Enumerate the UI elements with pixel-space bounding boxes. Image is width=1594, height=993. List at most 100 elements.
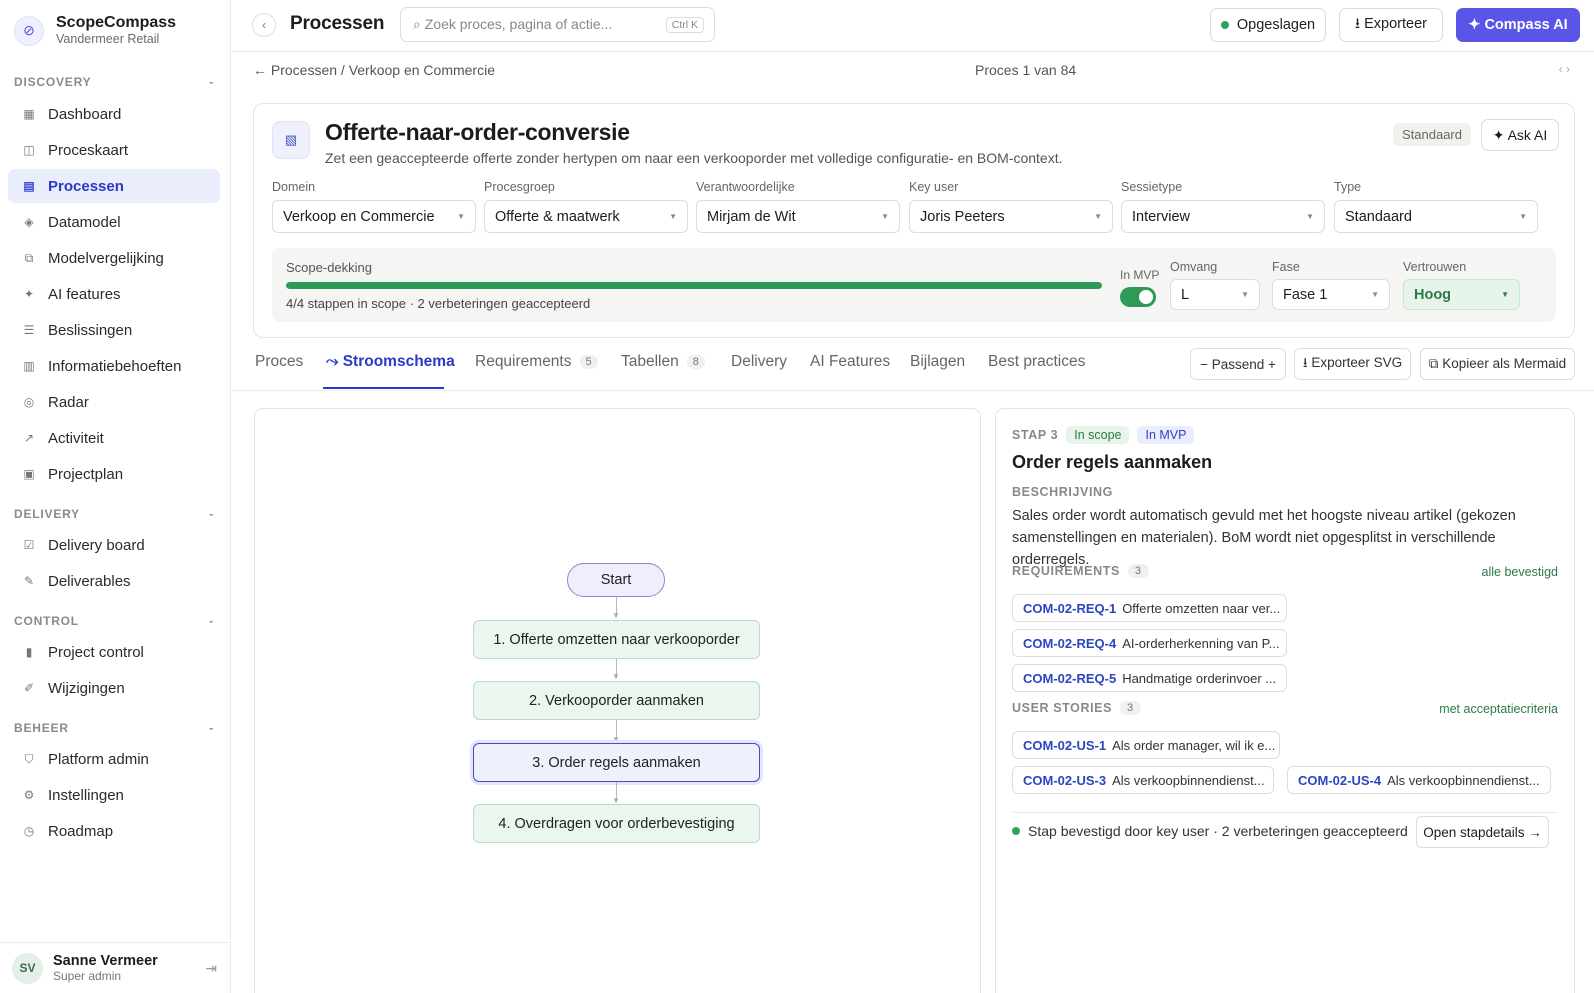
user-story-chip[interactable]: COM-02-US-1 Als order manager, wil ik e..… (1012, 731, 1280, 759)
section-control[interactable]: CONTROL - (14, 614, 214, 628)
collapse-sidebar-button[interactable]: ‹ (252, 13, 276, 37)
sidebar-item-label: Instellingen (48, 786, 124, 804)
export-button[interactable]: ⭳ Exporteer (1339, 8, 1443, 42)
zoom-fit-button[interactable]: − Passend + (1190, 348, 1286, 380)
section-discovery[interactable]: DISCOVERY - (14, 75, 214, 89)
sidebar-item-beslissingen[interactable]: ☰ Beslissingen (8, 313, 220, 347)
sidebar: ⊘ ScopeCompass Vandermeer Retail DISCOVE… (0, 0, 231, 993)
compass-ai-button[interactable]: ✦ Compass AI (1456, 8, 1580, 42)
sidebar-item-project-control[interactable]: ▮ Project control (8, 635, 220, 669)
tab-proces[interactable]: Proces (255, 353, 303, 371)
divider (1012, 812, 1558, 813)
sidebar-item-label: Activiteit (48, 429, 104, 447)
sidebar-item-modelvergelijking[interactable]: ⧉ Modelvergelijking (8, 241, 220, 275)
search-input[interactable]: ⌕ Zoek proces, pagina of actie... Ctrl K (400, 7, 715, 42)
shortcut-hint: Ctrl K (665, 16, 704, 33)
tab-tabellen[interactable]: Tabellen 8 (621, 353, 705, 371)
flow-node-step-4[interactable]: 4. Overdragen voor orderbevestiging (473, 804, 760, 843)
chevron-down-icon: ▼ (1371, 290, 1379, 299)
verantwoordelijke-select[interactable]: Mirjam de Wit ▼ (696, 200, 900, 233)
collapse-icon[interactable]: - (209, 75, 214, 89)
logout-icon[interactable]: ⇥ (205, 960, 217, 977)
sidebar-item-informatiebehoeften[interactable]: ▥ Informatiebehoeften (8, 349, 220, 383)
ask-ai-button[interactable]: ✦ Ask AI (1481, 119, 1559, 151)
sidebar-item-delivery-board[interactable]: ☑ Delivery board (8, 528, 220, 562)
user-story-id: COM-02-US-4 (1298, 772, 1382, 788)
vertrouwen-select[interactable]: Hoog ▼ (1403, 279, 1520, 310)
collapse-icon[interactable]: - (209, 614, 214, 628)
tab-stroomschema[interactable]: ⤳ Stroomschema (326, 353, 455, 371)
collapse-icon[interactable]: - (209, 507, 214, 521)
sidebar-item-processen[interactable]: ▤ Processen (8, 169, 220, 203)
omvang-select[interactable]: L ▼ (1170, 279, 1260, 310)
fase-select[interactable]: Fase 1 ▼ (1272, 279, 1390, 310)
requirement-chip[interactable]: COM-02-REQ-4 AI-orderherkenning van P... (1012, 629, 1287, 657)
flow-node-start[interactable]: Start (567, 563, 665, 597)
sidebar-item-ai-features[interactable]: ✦ AI features (8, 277, 220, 311)
active-tab-indicator (323, 387, 444, 389)
tab-best-practices[interactable]: Best practices (988, 353, 1085, 371)
sidebar-item-projectplan[interactable]: ▣ Projectplan (8, 457, 220, 491)
sessietype-select[interactable]: Interview ▼ (1121, 200, 1325, 233)
sidebar-item-proceskaart[interactable]: ◫ Proceskaart (8, 133, 220, 167)
sidebar-item-deliverables[interactable]: ✎ Deliverables (8, 564, 220, 598)
scope-label: Scope-dekking (286, 260, 372, 275)
user-story-chip[interactable]: COM-02-US-4 Als verkoopbinnendienst... (1287, 766, 1551, 794)
user-role: Super admin (53, 969, 122, 983)
flow-node-step-3[interactable]: 3. Order regels aanmaken (473, 743, 760, 782)
open-step-details-button[interactable]: Open stapdetails → (1416, 816, 1549, 848)
saved-status-button[interactable]: Opgeslagen (1210, 8, 1326, 42)
key-user-select[interactable]: Joris Peeters ▼ (909, 200, 1113, 233)
sidebar-item-roadmap[interactable]: ◷ Roadmap (8, 814, 220, 848)
user-story-text: Als order manager, wil ik e... (1112, 737, 1276, 753)
type-select[interactable]: Standaard ▼ (1334, 200, 1538, 233)
menu-icon: ☰ (23, 323, 35, 337)
tab-bijlagen[interactable]: Bijlagen (910, 353, 965, 371)
procesgroep-select[interactable]: Offerte & maatwerk ▼ (484, 200, 688, 233)
copy-mermaid-button[interactable]: ⧉ Kopieer als Mermaid (1420, 348, 1575, 380)
section-delivery[interactable]: DELIVERY - (14, 507, 214, 521)
page-title: Processen (290, 13, 385, 34)
tab-delivery[interactable]: Delivery (731, 353, 787, 371)
tab-label: Tabellen (621, 353, 679, 370)
section-beheer[interactable]: BEHEER - (14, 721, 214, 735)
scope-summary: 4/4 stappen in scope · 2 verbeteringen g… (286, 296, 591, 311)
requirements-heading: REQUIREMENTS 3 (1012, 564, 1149, 578)
count-badge: 3 (1120, 701, 1141, 715)
breadcrumb[interactable]: ← Processen / Verkoop en Commercie (253, 62, 495, 78)
user-story-chip[interactable]: COM-02-US-3 Als verkoopbinnendienst... (1012, 766, 1274, 794)
sidebar-item-datamodel[interactable]: ◈ Datamodel (8, 205, 220, 239)
field-label: Type (1334, 180, 1362, 194)
requirement-chip[interactable]: COM-02-REQ-1 Offerte omzetten naar ver... (1012, 594, 1287, 622)
sessietype-field: Sessietype Interview ▼ (1121, 180, 1325, 233)
sidebar-item-label: Informatiebehoeften (48, 357, 182, 375)
in-scope-badge: In scope (1066, 426, 1130, 444)
tab-requirements[interactable]: Requirements 5 (475, 353, 598, 371)
flow-node-step-2[interactable]: 2. Verkooporder aanmaken (473, 681, 760, 720)
sidebar-item-label: Datamodel (48, 213, 121, 231)
tab-ai-features[interactable]: AI Features (810, 353, 890, 371)
sidebar-item-wijzigingen[interactable]: ✐ Wijzigingen (8, 671, 220, 705)
sidebar-item-radar[interactable]: ◎ Radar (8, 385, 220, 419)
brand[interactable]: ⊘ ScopeCompass Vandermeer Retail (14, 14, 176, 47)
collapse-icon[interactable]: - (209, 721, 214, 735)
sidebar-item-activiteit[interactable]: ↗ Activiteit (8, 421, 220, 455)
sidebar-item-label: AI features (48, 285, 121, 303)
count-badge: 5 (579, 355, 598, 369)
user-story-text: Als verkoopbinnendienst... (1112, 772, 1265, 788)
sidebar-item-platform-admin[interactable]: ⛉ Platform admin (8, 742, 220, 776)
flow-node-step-1[interactable]: 1. Offerte omzetten naar verkooporder (473, 620, 760, 659)
requirement-chip[interactable]: COM-02-REQ-5 Handmatige orderinvoer ... (1012, 664, 1287, 692)
arrow-down-icon: ▼ (612, 672, 620, 681)
sidebar-item-dashboard[interactable]: ▦ Dashboard (8, 97, 220, 131)
avatar: SV (12, 952, 43, 984)
map-icon: ◫ (23, 143, 35, 157)
export-svg-button[interactable]: ⭳ Exporteer SVG (1294, 348, 1411, 380)
mvp-toggle[interactable] (1120, 287, 1156, 307)
type-field: Type Standaard ▼ (1334, 180, 1538, 233)
sidebar-item-instellingen[interactable]: ⚙ Instellingen (8, 778, 220, 812)
domein-select[interactable]: Verkoop en Commercie ▼ (272, 200, 476, 233)
prev-next-arrows[interactable]: ‹ › (1559, 62, 1570, 76)
user-profile[interactable]: SV Sanne Vermeer Super admin ⇥ (0, 942, 231, 993)
field-label: Domein (272, 180, 316, 194)
